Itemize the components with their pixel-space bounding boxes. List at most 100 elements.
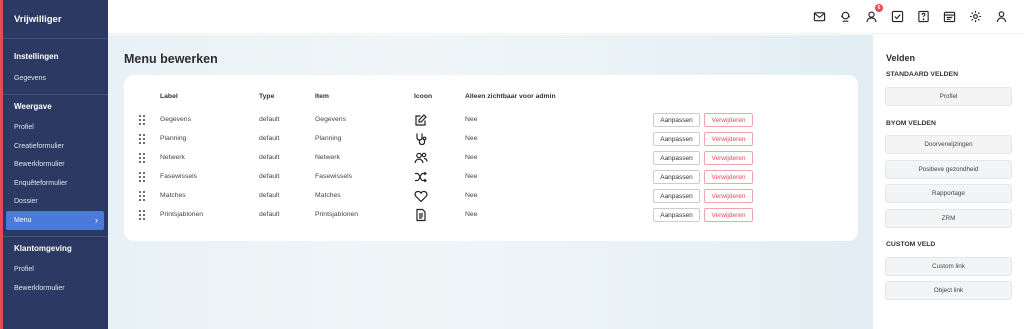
delete-button[interactable]: Verwijderen [704, 170, 753, 184]
drag-handle-icon[interactable] [139, 210, 145, 220]
edit-button[interactable]: Aanpassen [653, 170, 700, 184]
table-row: Fasewissels default Fasewissels Nee Aanp… [124, 168, 858, 187]
drag-handle-icon[interactable] [139, 115, 145, 125]
row-item: Gegevens [315, 116, 346, 123]
sidebar-item-menu[interactable]: Menu › [6, 211, 104, 230]
user-icon[interactable]: 6 [864, 4, 883, 23]
sidebar-section-klantomgeving: Klantomgeving Profiel Bewerkformulier [3, 241, 108, 298]
brand-title: Vrijwilliger [14, 13, 62, 25]
delete-button[interactable]: Verwijderen [704, 208, 753, 222]
edit-button[interactable]: Aanpassen [653, 113, 700, 127]
row-label: Printsjablonen [160, 211, 204, 218]
row-type: default [259, 116, 280, 123]
drag-handle-icon[interactable] [139, 191, 145, 201]
sidebar-item-profiel-klant[interactable]: Profiel [3, 261, 108, 280]
row-admin: Nee [465, 135, 478, 142]
column-header-admin: Alleen zichtbaar voor admin [465, 93, 556, 100]
sidebar-item-profiel[interactable]: Profiel [3, 119, 108, 138]
sidebar-item-label: Menu [14, 216, 32, 224]
divider [3, 38, 108, 39]
row-admin: Nee [465, 192, 478, 199]
column-header-icoon: Icoon [414, 93, 433, 100]
row-item: Fasewissels [315, 173, 353, 180]
section-heading-custom: CUSTOM VELD [886, 241, 936, 248]
table-row: Netwerk default Netwerk Nee Aanpassen Ve… [124, 149, 858, 168]
drag-handle-icon[interactable] [139, 134, 145, 144]
sidebar-section-weergave: Weergave Profiel Creatieformulier Bewerk… [3, 99, 108, 230]
row-admin: Nee [465, 211, 478, 218]
table-row: Printsjablonen default Printsjablonen Ne… [124, 206, 858, 225]
field-profiel[interactable]: Profiel [885, 87, 1012, 106]
field-custom-link[interactable]: Custom link [885, 257, 1012, 276]
delete-button[interactable]: Verwijderen [704, 151, 753, 165]
delete-button[interactable]: Verwijderen [704, 132, 753, 146]
table-row: Matches default Matches Nee Aanpassen Ve… [124, 187, 858, 206]
topbar: 6 [108, 0, 1024, 34]
field-doorverwijzingen[interactable]: Doorverwijzingen [885, 135, 1012, 154]
heart-icon [414, 189, 428, 203]
notification-badge: 6 [875, 4, 883, 12]
row-item: Printsjablonen [315, 211, 359, 218]
column-header-type: Type [259, 93, 275, 100]
profile-icon[interactable] [994, 9, 1008, 23]
fields-panel-title: Velden [886, 53, 916, 63]
chevron-right-icon: › [95, 215, 98, 226]
sidebar-item-dossier[interactable]: Dossier [3, 193, 108, 212]
divider [3, 235, 108, 237]
sidebar-item-gegevens[interactable]: Gegevens [3, 69, 108, 88]
stethoscope-icon [414, 132, 428, 146]
row-admin: Nee [465, 154, 478, 161]
section-heading-standaard: STANDAARD VELDEN [886, 71, 958, 78]
mail-icon[interactable] [812, 9, 826, 23]
sidebar-item-bewerkformulier[interactable]: Bewerkformulier [3, 156, 108, 175]
row-type: default [259, 192, 280, 199]
delete-button[interactable]: Verwijderen [704, 113, 753, 127]
sidebar: Vrijwilliger Instellingen Gegevens Weerg… [0, 0, 108, 329]
row-label: Planning [160, 135, 187, 142]
users-icon [414, 151, 428, 165]
row-admin: Nee [465, 116, 478, 123]
sidebar-item-enqueteformulier[interactable]: Enquêteformulier [3, 174, 108, 193]
headset-icon[interactable] [838, 9, 852, 23]
checkbox-icon[interactable] [890, 9, 904, 23]
column-header-label: Label [160, 93, 178, 100]
row-item: Netwerk [315, 154, 340, 161]
edit-button[interactable]: Aanpassen [653, 151, 700, 165]
fields-panel: Velden STANDAARD VELDEN Profiel BYOM VEL… [873, 35, 1024, 329]
row-admin: Nee [465, 173, 478, 180]
document-icon [414, 208, 428, 222]
table-row: Planning default Planning Nee Aanpassen … [124, 130, 858, 149]
field-object-link[interactable]: Object link [885, 281, 1012, 300]
table-row: Gegevens default Gegevens Nee Aanpassen … [124, 111, 858, 130]
menu-table-card: Label Type Item Icoon Alleen zichtbaar v… [124, 75, 858, 241]
edit-button[interactable]: Aanpassen [653, 189, 700, 203]
delete-button[interactable]: Verwijderen [704, 189, 753, 203]
calendar-icon[interactable] [942, 9, 956, 23]
sidebar-heading: Weergave [14, 101, 52, 111]
row-label: Fasewissels [160, 173, 198, 180]
field-positieve-gezondheid[interactable]: Positieve gezondheid [885, 160, 1012, 179]
sidebar-item-bewerkformulier-klant[interactable]: Bewerkformulier [3, 279, 108, 298]
sidebar-item-creatieformulier[interactable]: Creatieformulier [3, 137, 108, 156]
row-label: Gegevens [160, 116, 191, 123]
help-icon[interactable] [916, 9, 930, 23]
drag-handle-icon[interactable] [139, 172, 145, 182]
gear-icon[interactable] [968, 9, 982, 23]
topbar-icons: 6 [812, 4, 1008, 23]
edit-button[interactable]: Aanpassen [653, 208, 700, 222]
row-item: Planning [315, 135, 342, 142]
divider [3, 93, 108, 95]
drag-handle-icon[interactable] [139, 153, 145, 163]
row-type: default [259, 173, 280, 180]
sidebar-heading: Instellingen [14, 52, 59, 61]
sidebar-heading: Klantomgeving [14, 243, 72, 253]
row-item: Matches [315, 192, 341, 199]
row-label: Netwerk [160, 154, 185, 161]
edit-button[interactable]: Aanpassen [653, 132, 700, 146]
field-zrm[interactable]: ZRM [885, 209, 1012, 228]
edit-icon [414, 113, 428, 127]
field-rapportage[interactable]: Rapportage [885, 184, 1012, 203]
main-content: Menu bewerken Label Type Item Icoon Alle… [108, 35, 873, 329]
row-type: default [259, 211, 280, 218]
shuffle-icon [414, 170, 428, 184]
